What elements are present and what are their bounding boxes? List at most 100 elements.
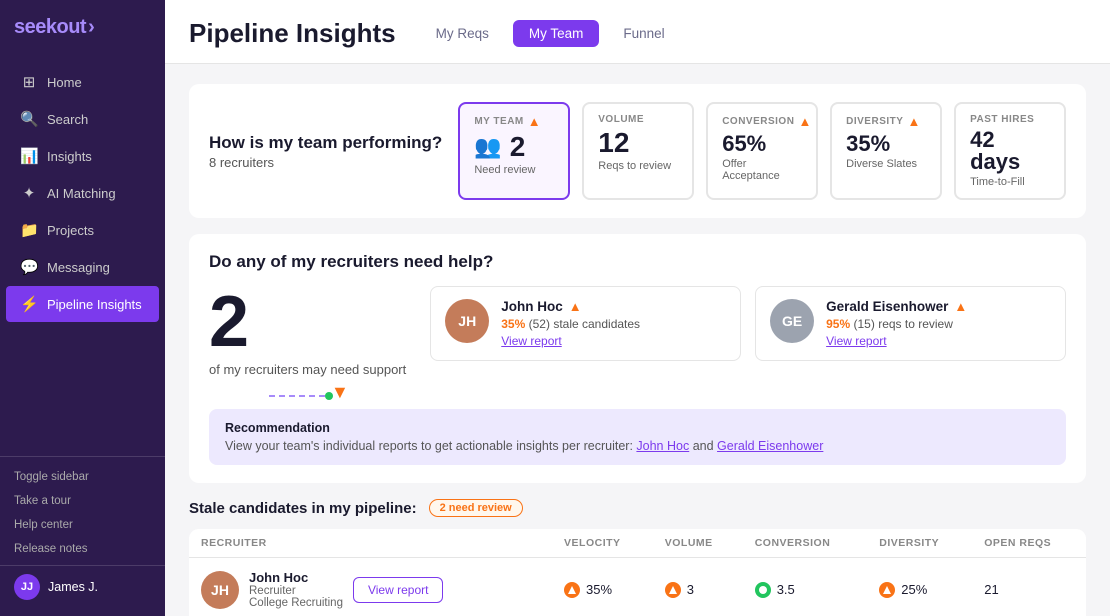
col-velocity: VELOCITY <box>552 529 653 558</box>
warning-icon: ▲ <box>528 114 541 129</box>
metric-value-conversion: 65% <box>722 133 802 155</box>
metric-label-conversion: CONVERSION ▲ <box>722 114 802 129</box>
gerald-stat: 95% (15) reqs to review <box>826 317 1051 331</box>
john-view-report[interactable]: View report <box>501 334 726 348</box>
arrow-down: ▼ <box>331 383 349 401</box>
metric-sub-my-team: Need review <box>474 164 554 176</box>
metric-sub-diversity: Diverse Slates <box>846 158 926 170</box>
warn-dot <box>665 582 681 598</box>
good-dot <box>755 582 771 598</box>
release-notes-btn[interactable]: Release notes <box>0 537 165 561</box>
ai-matching-icon: ✦ <box>20 184 38 202</box>
john-stat: 35% (52) stale candidates <box>501 317 726 331</box>
sidebar-item-search[interactable]: 🔍 Search <box>6 101 159 137</box>
john-conversion-cell: 3.5 <box>743 558 868 616</box>
sidebar-item-messaging[interactable]: 💬 Messaging <box>6 249 159 285</box>
metric-value-past-hires: 42 days <box>970 129 1050 173</box>
metric-value-my-team: 2 <box>510 133 526 161</box>
team-performance-card: How is my team performing? 8 recruiters … <box>189 84 1086 218</box>
user-profile[interactable]: JJ James J. <box>0 565 165 608</box>
sidebar-item-projects[interactable]: 📁 Projects <box>6 212 159 248</box>
john-warn-icon: ▲ <box>569 299 582 314</box>
john-diversity-cell: 25% <box>867 558 972 616</box>
help-content: 2 of my recruiters may need support JH J… <box>209 286 1066 377</box>
content: How is my team performing? 8 recruiters … <box>165 64 1110 616</box>
john-open-reqs-cell: 21 <box>972 558 1086 616</box>
help-sub-text: of my recruiters may need support <box>209 362 406 377</box>
john-table-role: Recruiter <box>249 585 343 597</box>
team-perf-label: How is my team performing? 8 recruiters <box>209 133 442 170</box>
gerald-avatar: GE <box>770 299 814 343</box>
col-conversion: CONVERSION <box>743 529 868 558</box>
col-recruiter: RECRUITER <box>189 529 552 558</box>
table-header-row: RECRUITER VELOCITY VOLUME CONVERSION DIV… <box>189 529 1086 558</box>
john-avatar: JH <box>445 299 489 343</box>
insights-icon: 📊 <box>20 147 38 165</box>
warning-icon-conv: ▲ <box>798 114 811 129</box>
arrow-dashed-line <box>269 395 325 397</box>
sidebar-item-ai-matching[interactable]: ✦ AI Matching <box>6 175 159 211</box>
metric-diversity: DIVERSITY ▲ 35% Diverse Slates <box>830 102 942 200</box>
tab-my-reqs[interactable]: My Reqs <box>420 20 505 47</box>
metric-conversion: CONVERSION ▲ 65% Offer Acceptance <box>706 102 818 200</box>
metric-sub-volume: Reqs to review <box>598 160 678 172</box>
stale-table-wrap: RECRUITER VELOCITY VOLUME CONVERSION DIV… <box>189 529 1086 616</box>
stale-section: Stale candidates in my pipeline: 2 need … <box>189 499 1086 616</box>
logo: seekout› <box>0 0 165 55</box>
perf-heading: How is my team performing? <box>209 133 442 153</box>
projects-icon: 📁 <box>20 221 38 239</box>
metric-past-hires: PAST HIRES 42 days Time-to-Fill <box>954 102 1066 200</box>
warn-dot <box>879 582 895 598</box>
john-table-team: College Recruiting <box>249 597 343 609</box>
recommendation-box: Recommendation View your team's individu… <box>209 409 1066 465</box>
sidebar-item-pipeline-insights[interactable]: ⚡ Pipeline Insights <box>6 286 159 322</box>
recruiters-alert: JH John Hoc ▲ 35% (52) stale candidates <box>430 286 1066 361</box>
rec-body: View your team's individual reports to g… <box>225 439 1050 453</box>
stale-header: Stale candidates in my pipeline: 2 need … <box>189 499 1086 517</box>
team-perf-row: How is my team performing? 8 recruiters … <box>209 102 1066 200</box>
metric-sub-conversion: Offer Acceptance <box>722 158 802 182</box>
metric-label-diversity: DIVERSITY ▲ <box>846 114 926 129</box>
john-name: John Hoc ▲ <box>501 299 726 314</box>
tab-group: My Reqs My Team Funnel <box>420 20 681 47</box>
metrics-row: MY TEAM ▲ 👥 2 Need review VOLUME <box>458 102 1066 200</box>
tab-funnel[interactable]: Funnel <box>607 20 680 47</box>
stale-table: RECRUITER VELOCITY VOLUME CONVERSION DIV… <box>189 529 1086 616</box>
john-table-name: John Hoc <box>249 570 343 585</box>
stale-badge: 2 need review <box>429 499 523 517</box>
warn-dot <box>564 582 580 598</box>
help-center-btn[interactable]: Help center <box>0 513 165 537</box>
gerald-name: Gerald Eisenhower ▲ <box>826 299 1051 314</box>
recruiter-cell-john: JH John Hoc Recruiter College Recruiting… <box>189 558 552 616</box>
home-icon: ⊞ <box>20 73 38 91</box>
sidebar-footer: Toggle sidebar Take a tour Help center R… <box>0 456 165 616</box>
rec-link-gerald[interactable]: Gerald Eisenhower <box>717 439 823 453</box>
recruiters-help-card: Do any of my recruiters need help? 2 of … <box>189 234 1086 483</box>
tab-my-team[interactable]: My Team <box>513 20 600 47</box>
metric-my-team: MY TEAM ▲ 👥 2 Need review <box>458 102 570 200</box>
sidebar-item-insights[interactable]: 📊 Insights <box>6 138 159 174</box>
col-diversity: DIVERSITY <box>867 529 972 558</box>
sidebar-item-home[interactable]: ⊞ Home <box>6 64 159 100</box>
warning-icon-div: ▲ <box>907 114 920 129</box>
col-open-reqs: OPEN REQS <box>972 529 1086 558</box>
col-volume: VOLUME <box>653 529 743 558</box>
take-tour-btn[interactable]: Take a tour <box>0 489 165 513</box>
john-view-report-btn[interactable]: View report <box>353 577 443 603</box>
metric-label-my-team: MY TEAM ▲ <box>474 114 554 129</box>
sidebar: seekout› ⊞ Home 🔍 Search 📊 Insights ✦ AI… <box>0 0 165 616</box>
team-metric-icon: 👥 <box>474 134 501 160</box>
metric-value-diversity: 35% <box>846 133 926 155</box>
rec-title: Recommendation <box>225 421 1050 435</box>
help-count: 2 <box>209 286 406 358</box>
metric-label-volume: VOLUME <box>598 114 678 125</box>
toggle-sidebar-btn[interactable]: Toggle sidebar <box>0 465 165 489</box>
recruiter-alert-gerald: GE Gerald Eisenhower ▲ 95% (15) reqs to … <box>755 286 1066 361</box>
john-velocity-cell: 35% <box>552 558 653 616</box>
rec-link-john[interactable]: John Hoc <box>636 439 689 453</box>
john-table-avatar: JH <box>201 571 239 609</box>
avatar: JJ <box>14 574 40 600</box>
messaging-icon: 💬 <box>20 258 38 276</box>
gerald-view-report[interactable]: View report <box>826 334 1051 348</box>
help-heading: Do any of my recruiters need help? <box>209 252 1066 272</box>
